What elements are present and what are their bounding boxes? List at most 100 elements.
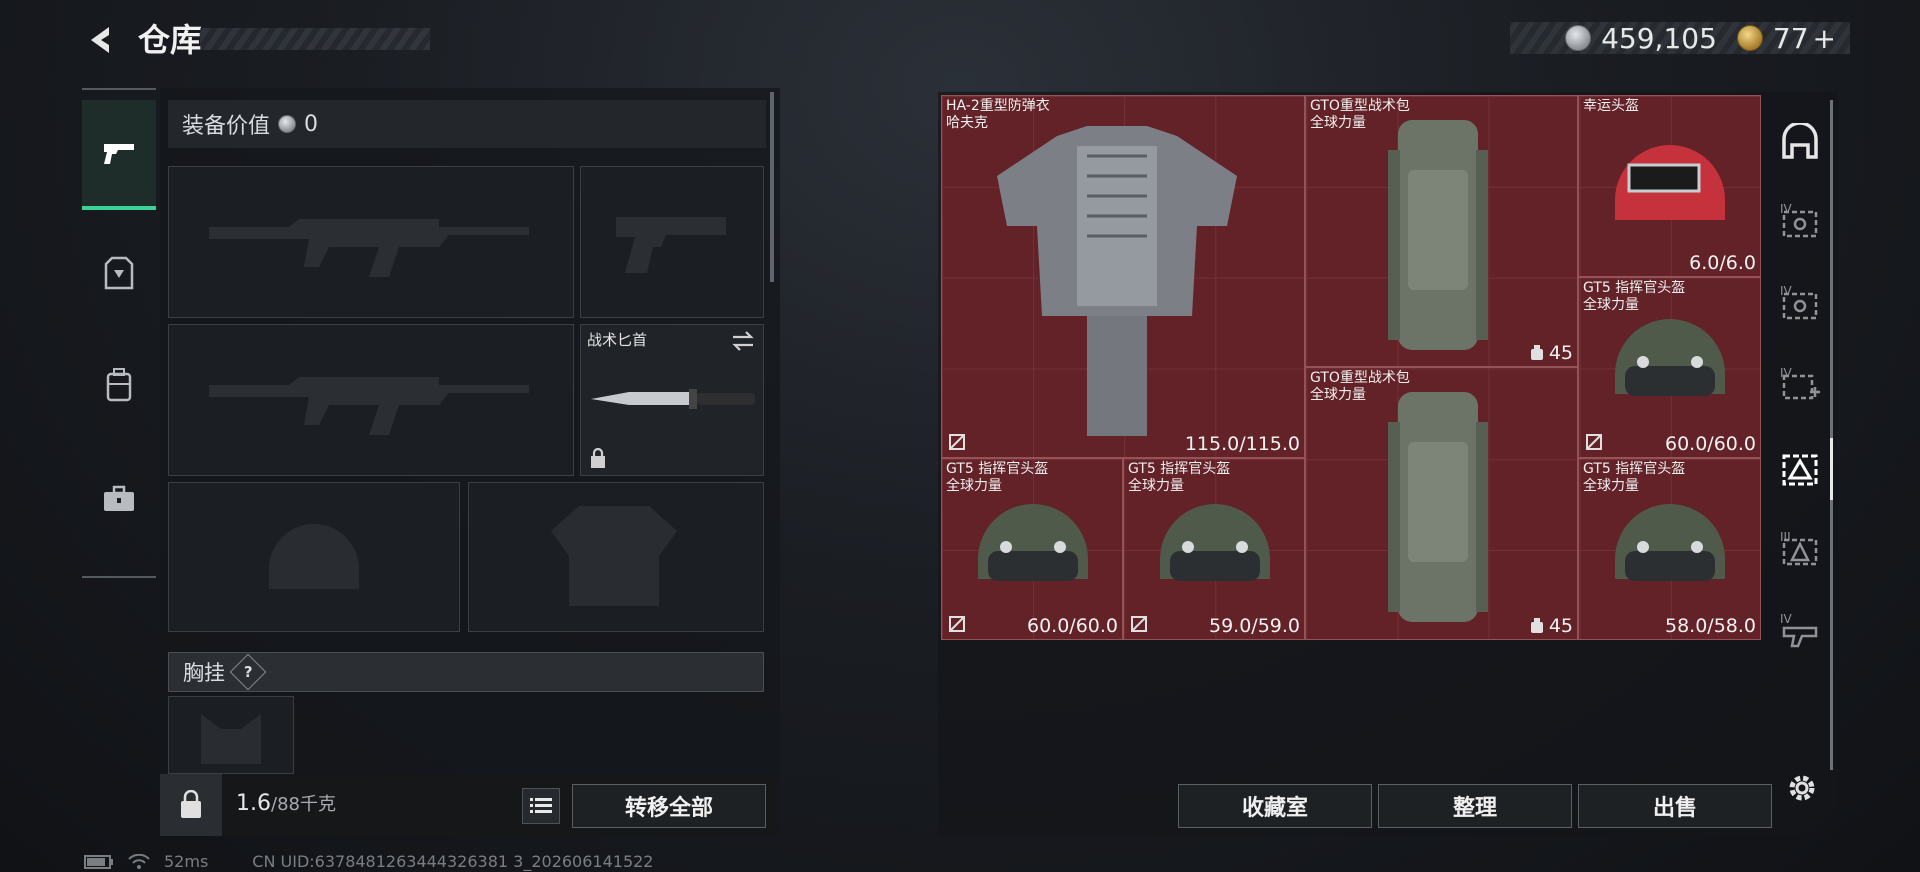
swap-icon[interactable] [731, 331, 755, 351]
storage-tab-active[interactable] [1770, 428, 1833, 510]
storage-item-gt5-helmet-4[interactable]: GT5 指挥官头盔 全球力量 58.0/58.0 [1578, 458, 1761, 640]
gear-icon [1789, 775, 1815, 801]
storage-item-gt5-helmet-3[interactable]: GT5 指挥官头盔 全球力量 59.0/59.0 [1123, 458, 1305, 640]
tier-label: IV [1780, 612, 1792, 626]
collection-room-button[interactable]: 收藏室 [1178, 784, 1372, 828]
storage-item-ha2-armor[interactable]: HA-2重型防弹衣 哈夫克 115.0/115.0 [941, 95, 1305, 458]
tactical-helmet-icon [978, 504, 1088, 581]
weight-capacity: /88千克 [271, 794, 336, 815]
list-icon [530, 798, 552, 813]
storage-tab-iv-3[interactable]: IV [1770, 592, 1830, 674]
back-arrow-icon [91, 27, 109, 53]
category-rail [82, 88, 156, 578]
knife-slot[interactable]: 战术匕首 [580, 324, 764, 476]
chest-rig-header: 胸挂 ? [168, 652, 764, 692]
gold-amount: 77 [1772, 21, 1809, 55]
item-durability: 58.0/58.0 [1664, 615, 1756, 637]
insured-icon [1131, 616, 1147, 632]
help-icon[interactable]: ? [229, 653, 267, 691]
lock-icon [591, 447, 605, 468]
battery-icon [84, 854, 113, 869]
transfer-all-button[interactable]: 转移全部 [572, 784, 766, 828]
storage-triangle-icon [1782, 454, 1818, 486]
organize-button[interactable]: 整理 [1378, 784, 1572, 828]
equipment-value: 装备价值 0 [168, 100, 766, 148]
tactical-helmet-icon [1615, 504, 1725, 581]
tier-label: IV [1780, 284, 1792, 298]
pistol-silhouette-icon [616, 217, 726, 273]
chest-rig-label: 胸挂 [183, 661, 225, 685]
storage-tab-rail: IV IV IV III IV [1770, 100, 1833, 770]
armor-silhouette-icon [551, 506, 677, 606]
helmet-silhouette-icon [269, 524, 359, 589]
item-capacity: 45 [1529, 615, 1573, 637]
title-decoration [200, 28, 430, 50]
gold-plus-button[interactable]: + [1813, 22, 1836, 55]
weight-lock-button[interactable] [160, 774, 222, 836]
status-bar: 52ms CN UID:6378481263444326381 3_202606… [84, 852, 653, 871]
tactical-helmet-icon [1160, 504, 1270, 581]
storage-item-gt5-helmet-1[interactable]: GT5 指挥官头盔 全球力量 60.0/60.0 [1578, 277, 1761, 458]
storage-item-lucky-helmet[interactable]: 幸运头盔 6.0/6.0 [1578, 95, 1761, 277]
sell-button[interactable]: 出售 [1578, 784, 1772, 828]
secondary-weapon-slot[interactable] [168, 324, 574, 476]
backpack-icon [106, 368, 132, 402]
item-durability: 6.0/6.0 [1689, 252, 1756, 274]
item-durability: 59.0/59.0 [1208, 615, 1300, 637]
silver-amount: 459,105 [1601, 21, 1717, 55]
weight-current: 1.6 [236, 791, 271, 816]
tier-label: III [1780, 530, 1791, 544]
insured-icon [949, 434, 965, 450]
storage-tab-home[interactable] [1770, 100, 1830, 182]
item-durability: 60.0/60.0 [1664, 433, 1756, 455]
case-icon [104, 485, 134, 511]
storage-item-gt5-helmet-2[interactable]: GT5 指挥官头盔 全球力量 60.0/60.0 [941, 458, 1123, 640]
item-capacity: 45 [1529, 342, 1573, 364]
currency-display: 459,105 77 + [1510, 21, 1850, 55]
helmet-slot[interactable] [168, 482, 460, 632]
loadout-scrollbar[interactable] [770, 92, 774, 282]
tactical-helmet-icon [1615, 319, 1725, 396]
wifi-icon [128, 853, 150, 869]
storage-tab-iv-add[interactable]: IV [1770, 346, 1830, 428]
equipment-value-label: 装备价值 [182, 114, 271, 139]
pistol-slot[interactable] [580, 166, 764, 318]
red-helmet-icon [1615, 145, 1725, 220]
armor-slot[interactable] [468, 482, 764, 632]
storage-tab-iv-2[interactable]: IV [1770, 264, 1830, 346]
settings-button[interactable] [1782, 768, 1822, 808]
storage-item-gto-backpack-2[interactable]: GTO重型战术包 全球力量 45 [1305, 367, 1578, 640]
vest-icon [104, 256, 134, 290]
pistol-icon [104, 144, 134, 164]
storage-home-icon [1782, 123, 1818, 159]
weight-display: 1.6/88千克 [236, 790, 336, 816]
uid-text: CN UID:6378481263444326381 3_20260614152… [252, 852, 654, 871]
rail-tab-cases[interactable] [82, 444, 156, 554]
primary-weapon-slot[interactable] [168, 166, 574, 318]
ping-value: 52ms [164, 852, 209, 871]
gold-coin-icon [1736, 25, 1763, 51]
body-armor-icon [997, 126, 1237, 436]
knife-label: 战术匕首 [587, 331, 648, 349]
tactical-knife-icon [591, 389, 755, 409]
backpack-item-icon [1388, 392, 1488, 622]
silver-coin-icon [1565, 25, 1592, 51]
storage-item-gto-backpack-1[interactable]: GTO重型战术包 全球力量 45 [1305, 95, 1578, 367]
list-view-button[interactable] [522, 788, 560, 824]
storage-tab-iii[interactable]: III [1770, 510, 1830, 592]
rail-tab-armor[interactable] [82, 218, 156, 328]
chest-rig-slot[interactable] [168, 696, 294, 774]
storage-tab-iv-1[interactable]: IV [1770, 182, 1830, 264]
capacity-icon [1530, 618, 1543, 633]
item-name: 幸运头盔 [1583, 98, 1639, 114]
back-button[interactable] [80, 20, 120, 60]
silver-coin-icon [278, 115, 297, 133]
equipment-value-amount: 0 [304, 111, 319, 137]
rail-tab-bags[interactable] [82, 330, 156, 440]
page-title: 仓库 [138, 21, 203, 59]
insured-icon [1586, 434, 1602, 450]
chest-rig-silhouette-icon [201, 714, 261, 764]
rail-tab-weapons[interactable] [82, 100, 156, 210]
tier-label: IV [1780, 202, 1792, 216]
rifle-silhouette-icon [209, 377, 529, 435]
